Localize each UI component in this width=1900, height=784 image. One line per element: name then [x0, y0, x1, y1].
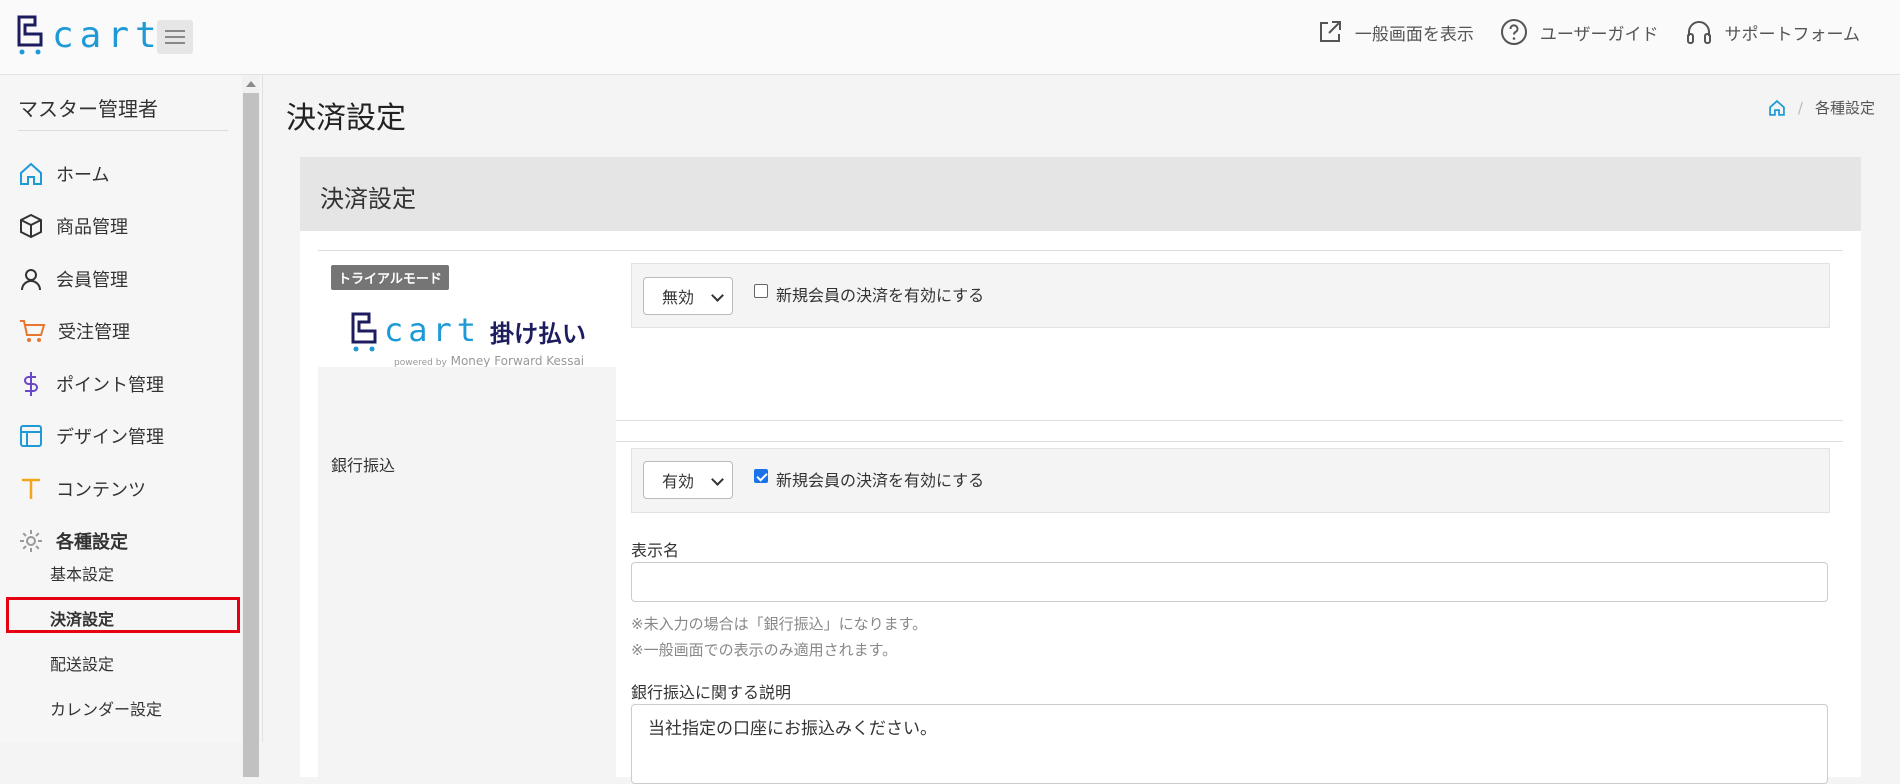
row-divider: [318, 250, 1843, 251]
sidebar-item-label: 受注管理: [58, 322, 130, 343]
kakebarai-new-member-label: 新規会員の決済を有効にする: [776, 286, 985, 305]
display-name-help-2: ※一般画面での表示のみ適用されます。: [631, 641, 898, 659]
sidebar-item-label: 商品管理: [56, 217, 128, 238]
sidebar-item-contents[interactable]: コンテンツ: [18, 474, 146, 504]
kakebarai-logo-text: cart: [384, 311, 482, 349]
layout-icon: [20, 425, 42, 447]
gear-icon: [20, 530, 42, 552]
support-form-link[interactable]: サポートフォーム: [1685, 18, 1861, 46]
sidebar-item-members[interactable]: 会員管理: [18, 264, 128, 294]
sidebar: マスター管理者 ホーム 商品管理 会員管理 受注管理 ポイント管理 デザイン管理…: [0, 75, 263, 777]
sidebar-item-points[interactable]: ポイント管理: [18, 369, 164, 399]
sidebar-item-settings[interactable]: 各種設定: [18, 526, 128, 556]
kakebarai-b-icon: [351, 312, 377, 352]
bank-row-label: 銀行振込: [331, 456, 396, 475]
bank-description-label: 銀行振込に関する説明: [631, 683, 792, 702]
support-form-label: サポートフォーム: [1724, 24, 1861, 45]
bank-label-column: [318, 367, 616, 777]
sidebar-divider: [18, 130, 228, 131]
active-item-highlight: [6, 597, 240, 633]
bank-new-member-label: 新規会員の決済を有効にする: [776, 471, 985, 490]
user-guide-label: ユーザーガイド: [1539, 24, 1659, 45]
sidebar-item-design[interactable]: デザイン管理: [18, 421, 164, 451]
help-circle-icon: [1500, 19, 1527, 45]
card-header: 決済設定: [300, 157, 1861, 231]
view-storefront-link[interactable]: 一般画面を表示: [1317, 19, 1474, 45]
bcart-logo[interactable]: cart: [16, 14, 163, 58]
sidebar-item-label: ホーム: [56, 165, 110, 186]
breadcrumb-current: 各種設定: [1814, 99, 1875, 117]
top-bar: cart 一般画面を表示 ユーザーガイド サポートフォーム: [0, 0, 1900, 75]
top-nav: 一般画面を表示 ユーザーガイド サポートフォーム: [1317, 18, 1860, 46]
sidebar-item-label: 会員管理: [56, 270, 128, 291]
sidebar-item-orders[interactable]: 受注管理: [18, 316, 130, 346]
box-icon: [20, 213, 42, 239]
headphones-icon: [1686, 21, 1711, 44]
sidebar-subitem-shipping-settings[interactable]: 配送設定: [50, 651, 114, 675]
sidebar-subitem-calendar-settings[interactable]: カレンダー設定: [50, 696, 162, 720]
display-name-help-1: ※未入力の場合は「銀行振込」になります。: [631, 615, 928, 633]
scroll-up-arrow-icon[interactable]: [246, 81, 256, 87]
trial-mode-badge: トライアルモード: [331, 265, 449, 290]
user-guide-link[interactable]: ユーザーガイド: [1500, 18, 1659, 46]
display-name-label: 表示名: [631, 541, 680, 560]
text-icon: [22, 478, 40, 499]
page-title: 決済設定: [286, 101, 406, 136]
user-icon: [21, 269, 41, 291]
menu-toggle-button[interactable]: [157, 20, 193, 54]
sidebar-scrollbar-thumb[interactable]: [243, 93, 259, 777]
kakebarai-status-value: 無効: [662, 288, 695, 307]
bank-description-value: 当社指定の口座にお振込みください。: [648, 719, 937, 739]
sidebar-title: マスター管理者: [18, 97, 158, 121]
chevron-down-icon: [711, 473, 724, 486]
bcart-b-icon: [17, 15, 43, 55]
external-link-icon: [1319, 21, 1341, 42]
sidebar-item-label: デザイン管理: [56, 427, 164, 448]
sidebar-subitem-basic-settings[interactable]: 基本設定: [50, 561, 114, 585]
powered-by-name: Money Forward Kessai: [450, 354, 585, 368]
breadcrumb: / 各種設定: [1768, 97, 1875, 118]
bank-status-select[interactable]: 有効: [643, 461, 733, 499]
sidebar-item-products[interactable]: 商品管理: [18, 211, 128, 241]
home-icon: [20, 162, 42, 185]
bank-status-value: 有効: [662, 472, 695, 491]
chevron-down-icon: [711, 289, 724, 302]
kakebarai-new-member-checkbox[interactable]: [754, 284, 768, 298]
sidebar-item-label: コンテンツ: [56, 480, 146, 501]
dollar-icon: [24, 372, 38, 396]
sidebar-item-label: 各種設定: [56, 532, 128, 553]
bank-new-member-checkbox[interactable]: [754, 469, 768, 483]
kakebarai-status-select[interactable]: 無効: [643, 277, 733, 315]
logo-text: cart: [52, 15, 163, 56]
kakebarai-logo-suffix: 掛け払い: [490, 320, 586, 348]
powered-by-text: powered by Money Forward Kessai: [394, 354, 584, 368]
cart-icon: [20, 320, 46, 342]
view-storefront-label: 一般画面を表示: [1354, 24, 1474, 45]
sidebar-item-home[interactable]: ホーム: [18, 159, 109, 189]
payment-settings-card: 決済設定 トライアルモード cart 掛け払い powered by Money…: [300, 157, 1861, 784]
sidebar-item-label: ポイント管理: [56, 375, 164, 396]
card-title: 決済設定: [320, 185, 416, 213]
breadcrumb-separator: /: [1797, 98, 1803, 117]
home-icon[interactable]: [1768, 99, 1786, 117]
main-content: 決済設定 / 各種設定 決済設定 トライアルモード cart 掛け払い powe…: [263, 75, 1900, 784]
display-name-input[interactable]: [631, 562, 1828, 602]
